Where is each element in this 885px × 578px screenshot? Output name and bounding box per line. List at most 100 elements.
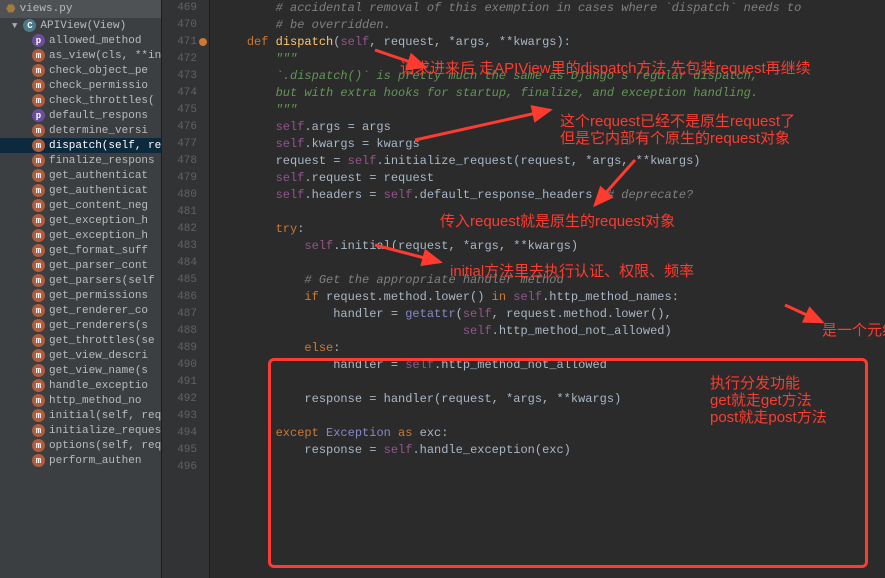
line-number: 484 xyxy=(162,255,209,272)
method-icon: m xyxy=(32,364,45,377)
method-icon: m xyxy=(32,244,45,257)
property-icon: p xyxy=(32,34,45,47)
tree-item[interactable]: mget_view_name(s xyxy=(0,363,161,378)
code-line[interactable]: # be overridden. xyxy=(218,17,885,34)
tree-item[interactable]: mget_exception_h xyxy=(0,228,161,243)
code-line[interactable]: handler = self.http_method_not_allowed xyxy=(218,357,885,374)
code-editor[interactable]: # accidental removal of this exemption i… xyxy=(210,0,885,578)
method-icon: m xyxy=(32,154,45,167)
tree-item[interactable]: mget_parser_cont xyxy=(0,258,161,273)
code-line[interactable] xyxy=(218,408,885,425)
code-line[interactable] xyxy=(218,459,885,476)
code-line[interactable]: else: xyxy=(218,340,885,357)
code-line[interactable]: response = handler(request, *args, **kwa… xyxy=(218,391,885,408)
tree-item[interactable]: mhttp_method_no xyxy=(0,393,161,408)
tree-item[interactable]: mget_authenticat xyxy=(0,183,161,198)
method-icon: m xyxy=(32,49,45,62)
code-line[interactable]: try: xyxy=(218,221,885,238)
file-tab[interactable]: ⬣ views.py xyxy=(0,0,161,18)
line-number: 470 xyxy=(162,17,209,34)
code-line[interactable]: self.http_method_not_allowed) xyxy=(218,323,885,340)
tree-item[interactable]: mhandle_exceptio xyxy=(0,378,161,393)
tree-item-label: check_object_pe xyxy=(49,65,148,77)
code-line[interactable]: self.request = request xyxy=(218,170,885,187)
line-number: 486 xyxy=(162,289,209,306)
code-line[interactable]: # accidental removal of this exemption i… xyxy=(218,0,885,17)
tree-item[interactable]: mcheck_permissio xyxy=(0,78,161,93)
code-line[interactable]: self.args = args xyxy=(218,119,885,136)
structure-sidebar: ⬣ views.py ▼ C APIView(View) pallowed_me… xyxy=(0,0,162,578)
tree-item[interactable]: mdispatch(self, re xyxy=(0,138,161,153)
code-line[interactable]: self.initial(request, *args, **kwargs) xyxy=(218,238,885,255)
tree-item[interactable]: m check_object_pe xyxy=(0,63,161,78)
tree-item[interactable]: mget_exception_h xyxy=(0,213,161,228)
tree-item[interactable]: mget_renderer_co xyxy=(0,303,161,318)
line-number: 494 xyxy=(162,425,209,442)
line-number: 492 xyxy=(162,391,209,408)
tree-item[interactable]: mdetermine_versi xyxy=(0,123,161,138)
code-line[interactable] xyxy=(218,255,885,272)
tree-item[interactable]: moptions(self, req xyxy=(0,438,161,453)
tree-item[interactable]: mget_format_suff xyxy=(0,243,161,258)
line-number: 493 xyxy=(162,408,209,425)
code-line[interactable]: response = self.handle_exception(exc) xyxy=(218,442,885,459)
code-line[interactable]: request = self.initialize_request(reques… xyxy=(218,153,885,170)
tree-item[interactable]: mfinalize_respons xyxy=(0,153,161,168)
tree-item-label: check_throttles( xyxy=(49,95,155,107)
code-line[interactable]: except Exception as exc: xyxy=(218,425,885,442)
line-number: 490 xyxy=(162,357,209,374)
tree-item[interactable]: m as_view(cls, **in xyxy=(0,48,161,63)
tree-item[interactable]: pdefault_respons xyxy=(0,108,161,123)
code-line[interactable]: """ xyxy=(218,102,885,119)
method-icon: m xyxy=(32,304,45,317)
tree-item[interactable]: mcheck_throttles( xyxy=(0,93,161,108)
code-line[interactable]: `.dispatch()` is pretty much the same as… xyxy=(218,68,885,85)
code-line[interactable] xyxy=(218,374,885,391)
line-gutter: 4694704714724734744754764774784794804814… xyxy=(162,0,210,578)
line-number: 487 xyxy=(162,306,209,323)
code-line[interactable]: # Get the appropriate handler method xyxy=(218,272,885,289)
tree-item[interactable]: mget_content_neg xyxy=(0,198,161,213)
tree-item-label: initialize_reques xyxy=(49,425,161,437)
code-line[interactable]: """ xyxy=(218,51,885,68)
tree-item[interactable]: mget_parsers(self xyxy=(0,273,161,288)
code-line[interactable]: handler = getattr(self, request.method.l… xyxy=(218,306,885,323)
code-line[interactable]: if request.method.lower() in self.http_m… xyxy=(218,289,885,306)
method-icon: m xyxy=(32,349,45,362)
tree-item[interactable]: mget_renderers(s xyxy=(0,318,161,333)
line-number: 473 xyxy=(162,68,209,85)
tree-item[interactable]: mget_view_descri xyxy=(0,348,161,363)
code-line[interactable] xyxy=(218,204,885,221)
tree-item-label: perform_authen xyxy=(49,455,141,467)
tree-item[interactable]: minitial(self, requ xyxy=(0,408,161,423)
method-icon: m xyxy=(32,334,45,347)
expand-icon: ▼ xyxy=(12,21,17,31)
line-number: 491 xyxy=(162,374,209,391)
tree-item-label: default_respons xyxy=(49,110,148,122)
python-file-icon: ⬣ xyxy=(6,2,16,16)
method-icon: m xyxy=(32,229,45,242)
code-line[interactable]: def dispatch(self, request, *args, **kwa… xyxy=(218,34,885,51)
line-number: 474 xyxy=(162,85,209,102)
tree-item[interactable]: m initialize_reques xyxy=(0,423,161,438)
tree-item-label: http_method_no xyxy=(49,395,141,407)
tree-item[interactable]: mperform_authen xyxy=(0,453,161,468)
code-line[interactable]: self.headers = self.default_response_hea… xyxy=(218,187,885,204)
tree-item-label: options(self, req xyxy=(49,440,161,452)
tree-item-label: as_view(cls, **in xyxy=(49,50,161,62)
code-line[interactable]: self.kwargs = kwargs xyxy=(218,136,885,153)
method-icon: m xyxy=(32,64,45,77)
code-line[interactable]: but with extra hooks for startup, finali… xyxy=(218,85,885,102)
tree-item[interactable]: mget_authenticat xyxy=(0,168,161,183)
class-node[interactable]: ▼ C APIView(View) xyxy=(0,18,161,33)
line-number: 476 xyxy=(162,119,209,136)
line-number: 475 xyxy=(162,102,209,119)
method-icon: m xyxy=(32,274,45,287)
method-icon: m xyxy=(32,424,45,437)
tree-item[interactable]: pallowed_method xyxy=(0,33,161,48)
line-number: 480 xyxy=(162,187,209,204)
line-number: 471 xyxy=(162,34,209,51)
tree-item[interactable]: mget_permissions xyxy=(0,288,161,303)
method-icon: m xyxy=(32,139,45,152)
tree-item[interactable]: mget_throttles(se xyxy=(0,333,161,348)
